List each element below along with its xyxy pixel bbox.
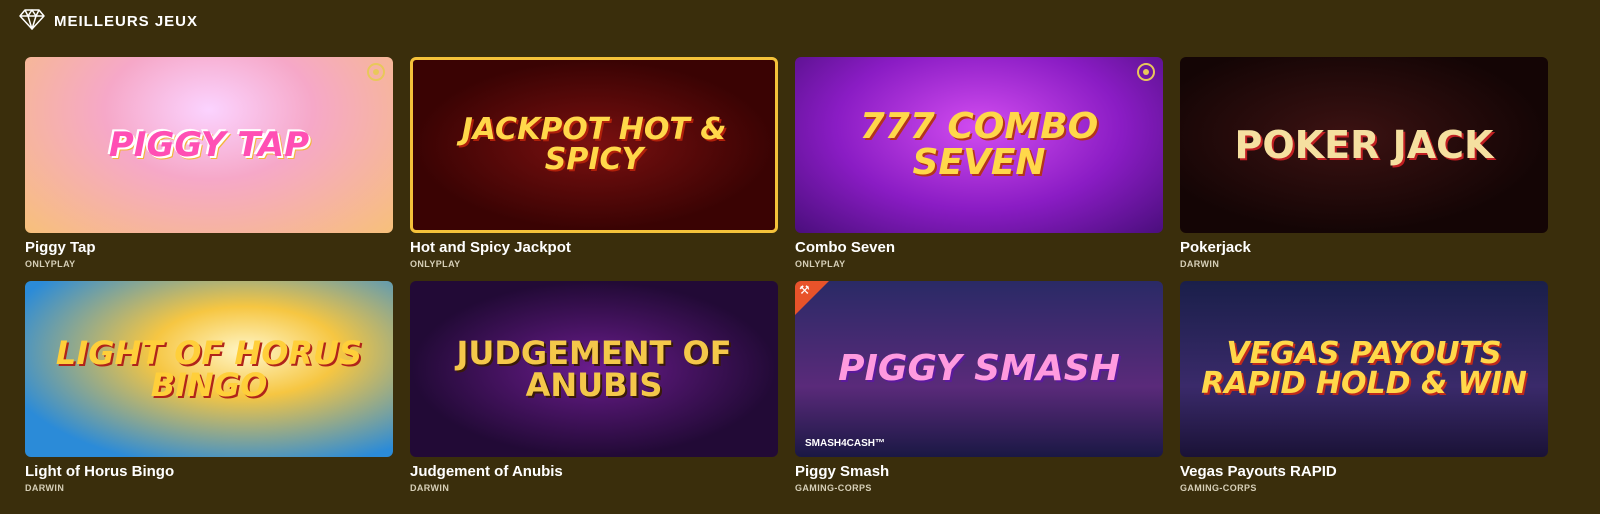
game-title[interactable]: Combo Seven [795, 239, 1163, 256]
game-provider: ONLYPLAY [25, 259, 76, 269]
game-tile[interactable]: POKER JACK Pokerjack DARWIN [1180, 57, 1548, 281]
game-title[interactable]: Judgement of Anubis [410, 463, 778, 480]
game-title[interactable]: Hot and Spicy Jackpot [410, 239, 778, 256]
game-title[interactable]: Piggy Smash [795, 463, 1163, 480]
game-thumbnail[interactable]: JUDGEMENT OF ANUBIS [410, 281, 778, 457]
game-logo: LIGHT OF HORUS BINGO [55, 334, 363, 404]
section-title: MEILLEURS JEUX [54, 12, 199, 30]
sub-logo: SMASH4CASH™ [805, 438, 886, 449]
game-logo: PIGGY SMASH [838, 348, 1120, 389]
game-thumbnail[interactable]: LIGHT OF HORUS BINGO [25, 281, 393, 457]
game-title[interactable]: Vegas Payouts RAPID [1180, 463, 1548, 480]
game-thumbnail[interactable]: PIGGY TAP [25, 57, 393, 233]
game-title[interactable]: Piggy Tap [25, 239, 393, 256]
game-logo: POKER JACK [1234, 123, 1494, 167]
game-provider: GAMING-CORPS [795, 483, 872, 493]
game-provider: DARWIN [25, 483, 65, 493]
games-grid: PIGGY TAP Piggy Tap ONLYPLAY JACKPOT HOT… [25, 57, 1575, 505]
favorite-icon[interactable] [367, 63, 385, 81]
favorite-icon[interactable] [1137, 63, 1155, 81]
game-tile[interactable]: JACKPOT HOT & SPICY Hot and Spicy Jackpo… [410, 57, 778, 281]
game-thumbnail[interactable]: POKER JACK [1180, 57, 1548, 233]
game-logo: 777 COMBO Seven [859, 106, 1099, 183]
game-tile[interactable]: 777 COMBO Seven Combo Seven ONLYPLAY [795, 57, 1163, 281]
game-tile[interactable]: LIGHT OF HORUS BINGO Light of Horus Bing… [25, 281, 393, 505]
game-tile[interactable]: PIGGY TAP Piggy Tap ONLYPLAY [25, 57, 393, 281]
game-title[interactable]: Pokerjack [1180, 239, 1548, 256]
game-provider: ONLYPLAY [410, 259, 461, 269]
diamond-icon [18, 6, 46, 37]
game-logo: Vegas PAYOUTS RAPID HOLD & WIN [1201, 336, 1527, 401]
game-title[interactable]: Light of Horus Bingo [25, 463, 393, 480]
game-logo: JACKPOT HOT & SPICY [461, 112, 727, 177]
game-thumbnail[interactable]: JACKPOT HOT & SPICY [410, 57, 778, 233]
game-provider: DARWIN [1180, 259, 1220, 269]
game-thumbnail[interactable]: Vegas PAYOUTS RAPID HOLD & WIN [1180, 281, 1548, 457]
game-tile[interactable]: ⚒ PIGGY SMASH SMASH4CASH™ Piggy Smash GA… [795, 281, 1163, 505]
game-tile[interactable]: Vegas PAYOUTS RAPID HOLD & WIN Vegas Pay… [1180, 281, 1548, 505]
game-logo: JUDGEMENT OF ANUBIS [456, 334, 732, 404]
game-provider: ONLYPLAY [795, 259, 846, 269]
game-provider: GAMING-CORPS [1180, 483, 1257, 493]
section-header: MEILLEURS JEUX [18, 6, 198, 36]
hammer-icon: ⚒ [799, 283, 810, 297]
game-tile[interactable]: JUDGEMENT OF ANUBIS Judgement of Anubis … [410, 281, 778, 505]
game-provider: DARWIN [410, 483, 450, 493]
game-thumbnail[interactable]: ⚒ PIGGY SMASH SMASH4CASH™ [795, 281, 1163, 457]
game-logo: PIGGY TAP [108, 125, 310, 165]
game-thumbnail[interactable]: 777 COMBO Seven [795, 57, 1163, 233]
